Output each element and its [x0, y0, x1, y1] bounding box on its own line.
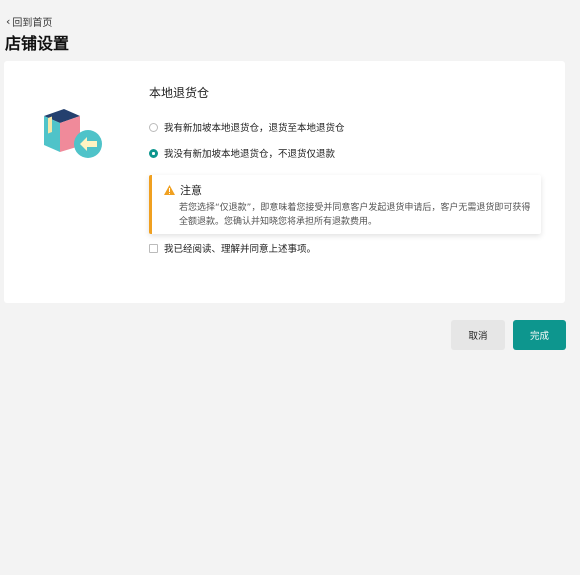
warning-icon [164, 185, 175, 195]
done-button[interactable]: 完成 [513, 320, 566, 350]
option-refund-only[interactable]: 我没有新加坡本地退货仓，不退货仅退款 [149, 146, 335, 160]
chevron-left-icon: ‹ [6, 15, 11, 28]
notice-header: 注意 [164, 182, 202, 198]
notice-body: 若您选择“仅退款”，即意味着您接受并同意客户发起退货申请后，客户无需退货即可获得… [179, 203, 531, 227]
option-label: 我有新加坡本地退货仓，退货至本地退货仓 [164, 123, 345, 134]
back-to-home-link[interactable]: ‹ 回到首页 [6, 14, 52, 29]
notice-title: 注意 [180, 184, 202, 197]
radio-selected[interactable] [149, 148, 158, 158]
notice-box: 注意 若您选择“仅退款”，即意味着您接受并同意客户发起退货申请后，客户无需退货即… [149, 175, 541, 234]
agreement-label: 我已经阅读、理解并同意上述事项。 [164, 244, 317, 255]
option-local-warehouse[interactable]: 我有新加坡本地退货仓，退货至本地退货仓 [149, 120, 345, 134]
agreement-checkbox-row[interactable]: 我已经阅读、理解并同意上述事项。 [149, 241, 316, 255]
option-label: 我没有新加坡本地退货仓，不退货仅退款 [164, 149, 336, 160]
page-title: 店铺设置 [5, 34, 70, 53]
cancel-button[interactable]: 取消 [451, 320, 505, 350]
back-link-label: 回到首页 [12, 18, 53, 29]
agreement-checkbox[interactable] [149, 243, 158, 253]
return-box-illustration-icon [44, 109, 102, 158]
section-title: 本地退货仓 [149, 86, 210, 100]
settings-card: 本地退货仓 我有新加坡本地退货仓，退货至本地退货仓 我没有新加坡本地退货仓，不退… [4, 61, 565, 303]
radio-unselected[interactable] [149, 122, 158, 132]
